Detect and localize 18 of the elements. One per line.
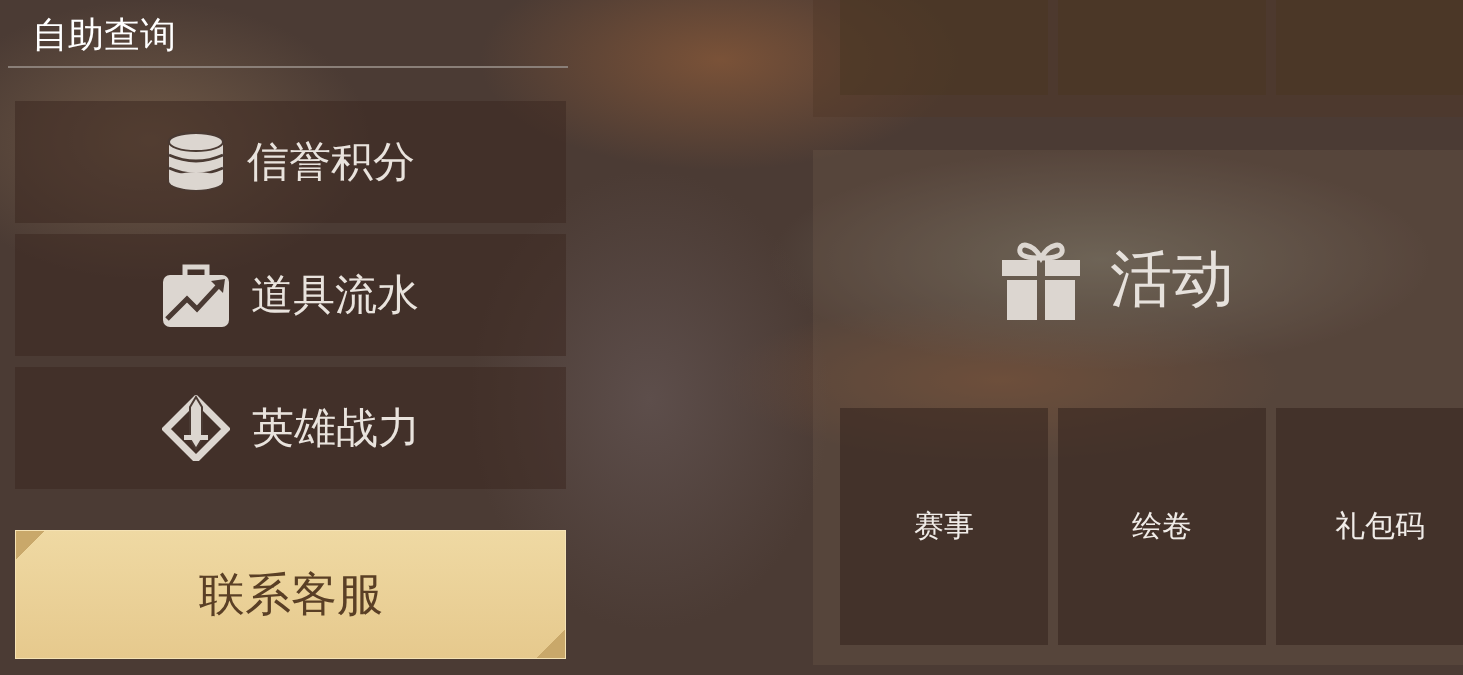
- query-item-label: 英雄战力: [251, 402, 420, 454]
- query-item[interactable]: 道具流水: [15, 234, 566, 356]
- activity-tile-label: 礼包码: [1335, 507, 1425, 545]
- activity-tile[interactable]: 赛事: [840, 408, 1048, 645]
- query-item[interactable]: 信誉积分: [15, 101, 566, 223]
- sword-diamond-icon: [161, 395, 230, 461]
- briefcase-chart-icon: [162, 263, 229, 327]
- activity-tile[interactable]: 绘卷: [1058, 408, 1266, 645]
- query-item-label: 信誉积分: [246, 136, 415, 188]
- activity-tile[interactable]: 礼包码: [1276, 408, 1463, 645]
- query-item[interactable]: 英雄战力: [15, 367, 566, 489]
- activity-title: 活动: [1110, 241, 1234, 317]
- section-title: 自助查询: [32, 13, 176, 57]
- activity-tile-label: 赛事: [914, 507, 974, 545]
- contact-service-button[interactable]: 联系客服: [15, 530, 566, 659]
- coin-stack-icon: [166, 132, 225, 192]
- activity-tile-label: 绘卷: [1132, 507, 1192, 545]
- query-item-label: 道具流水: [250, 269, 419, 321]
